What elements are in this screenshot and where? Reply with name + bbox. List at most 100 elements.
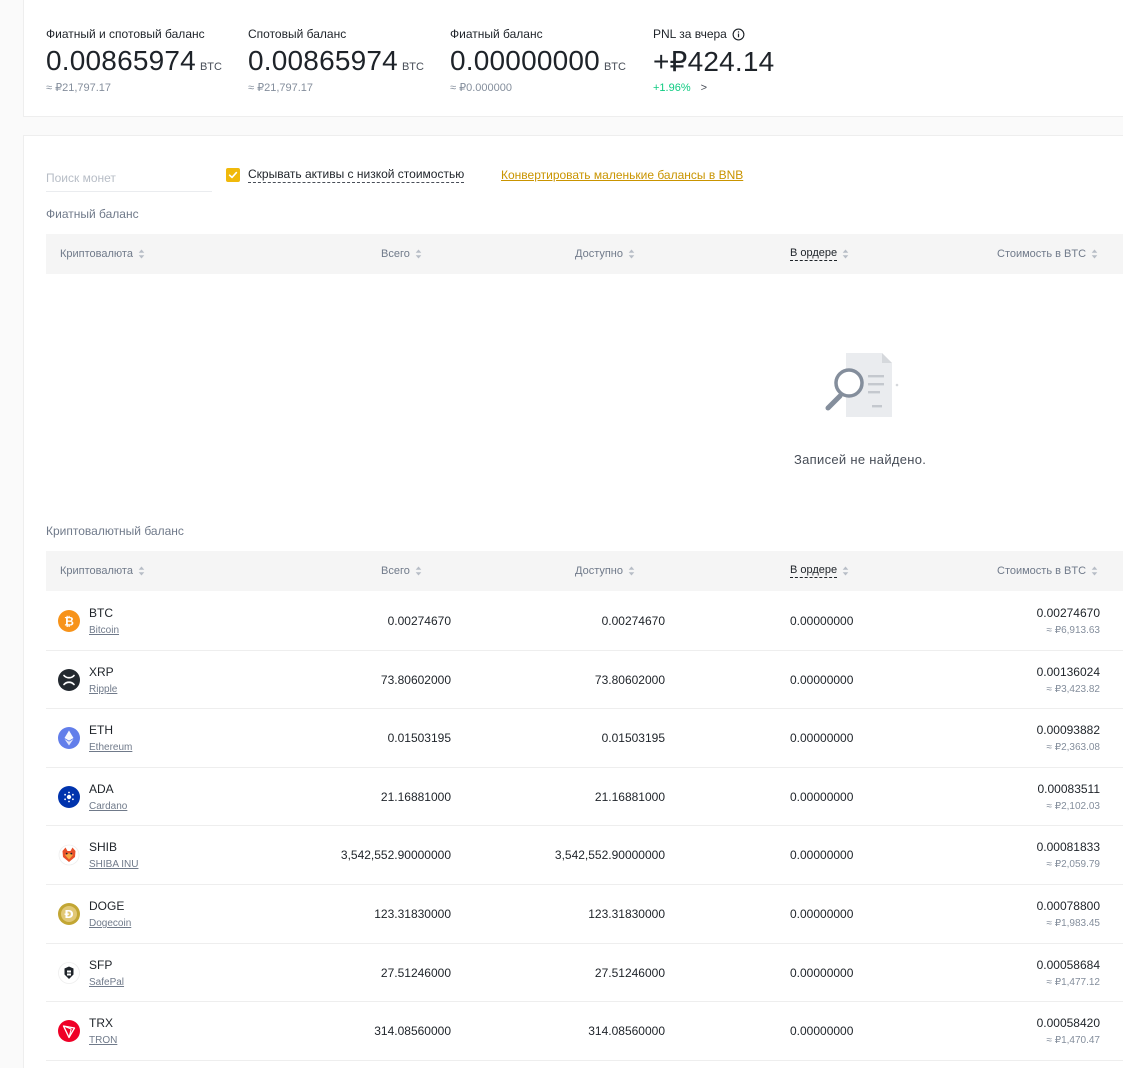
fiat-section-title: Фиатный баланс bbox=[46, 207, 139, 221]
fiat-balance: Фиатный баланс 0.00000000 BTC ≈ ₽0.00000… bbox=[450, 26, 626, 94]
coin-symbol: XRP bbox=[89, 664, 114, 679]
crypto-col-available[interactable]: Доступно bbox=[575, 551, 635, 591]
table-row[interactable]: SHIB SHIBA INU 3,542,552.90000000 3,542,… bbox=[46, 826, 1123, 885]
table-row[interactable]: ADA Cardano 21.16881000 21.16881000 0.00… bbox=[46, 768, 1123, 827]
pnl-yesterday: PNL за вчера +₽424.14 +1.96% > bbox=[653, 26, 774, 94]
check-icon bbox=[228, 171, 238, 179]
coin-in-order: 0.00000000 bbox=[790, 789, 854, 804]
crypto-col-btc-value[interactable]: Стоимость в BTC bbox=[997, 551, 1098, 591]
coin-rub-value: ≈ ₽3,423.82 bbox=[1046, 683, 1100, 695]
coin-symbol: SHIB bbox=[89, 840, 118, 855]
pnl-change-percent: +1.96% bbox=[653, 82, 691, 94]
spot-balance-amount: 0.00865974 bbox=[248, 45, 398, 76]
coin-in-order: 0.00000000 bbox=[790, 1024, 854, 1039]
sort-icon bbox=[842, 249, 849, 259]
crypto-section-title: Криптовалютный баланс bbox=[46, 524, 184, 538]
crypto-table-header: Криптовалюта Всего Доступно В ордере Сто… bbox=[46, 551, 1123, 591]
fiat-balance-unit: BTC bbox=[603, 61, 626, 73]
coin-search-input[interactable] bbox=[46, 165, 212, 192]
coin-name-link[interactable]: SHIBA INU bbox=[89, 859, 138, 870]
coin-available: 0.01503195 bbox=[601, 731, 665, 746]
coin-name-link[interactable]: Ripple bbox=[89, 684, 117, 695]
coin-total: 0.00274670 bbox=[387, 614, 451, 628]
coin-symbol: TRX bbox=[89, 1016, 113, 1031]
coin-btc-value: 0.00078800 bbox=[1036, 898, 1100, 913]
sort-icon bbox=[1091, 566, 1098, 576]
pnl-details-arrow[interactable]: > bbox=[701, 82, 707, 94]
pnl-amount: +₽424.14 bbox=[653, 46, 775, 77]
coin-btc-value: 0.00274670 bbox=[1036, 606, 1100, 620]
coin-name-link[interactable]: Dogecoin bbox=[89, 918, 131, 929]
crypto-col-in-order[interactable]: В ордере bbox=[790, 551, 849, 591]
hide-small-assets-toggle[interactable]: Скрывать активы с низкой стоимостью bbox=[226, 167, 465, 183]
coin-in-order: 0.00000000 bbox=[790, 672, 854, 687]
total-balance-amount: 0.00865974 bbox=[46, 45, 196, 76]
hide-small-assets-label: Скрывать активы с низкой стоимостью bbox=[248, 167, 465, 183]
total-balance-fiat: ≈ ₽21,797.17 bbox=[46, 82, 112, 94]
coin-in-order: 0.00000000 bbox=[790, 614, 854, 628]
coin-total: 27.51246000 bbox=[380, 965, 451, 980]
hide-small-assets-checkbox[interactable] bbox=[226, 168, 240, 182]
sort-icon bbox=[628, 566, 635, 576]
coin-name-link[interactable]: SafePal bbox=[89, 977, 124, 988]
fiat-balance-label: Фиатный баланс bbox=[450, 27, 543, 41]
safepal-icon bbox=[58, 961, 80, 984]
fiat-col-coin[interactable]: Криптовалюта bbox=[60, 234, 145, 274]
sort-icon bbox=[415, 249, 422, 259]
sort-icon bbox=[628, 249, 635, 259]
coin-available: 73.80602000 bbox=[594, 672, 665, 687]
sort-icon bbox=[138, 566, 145, 576]
coin-rub-value: ≈ ₽1,477.12 bbox=[1046, 976, 1100, 988]
fiat-col-available[interactable]: Доступно bbox=[575, 234, 635, 274]
crypto-balance-list: ₿ BTC Bitcoin 0.00274670 0.00274670 0.00… bbox=[46, 592, 1123, 1061]
coin-available: 123.31830000 bbox=[588, 906, 665, 921]
tron-icon bbox=[58, 1020, 80, 1043]
coin-name-link[interactable]: Ethereum bbox=[89, 742, 132, 753]
coin-rub-value: ≈ ₽2,059.79 bbox=[1046, 859, 1100, 871]
table-row[interactable]: ETH Ethereum 0.01503195 0.01503195 0.000… bbox=[46, 709, 1123, 768]
coin-name-link[interactable]: Cardano bbox=[89, 801, 127, 812]
coin-in-order: 0.00000000 bbox=[790, 906, 854, 921]
table-row[interactable]: Ð DOGE Dogecoin 123.31830000 123.3183000… bbox=[46, 885, 1123, 944]
convert-to-bnb-link[interactable]: Конвертировать маленькие балансы в BNB bbox=[501, 168, 743, 182]
no-records-icon bbox=[825, 353, 899, 417]
spot-balance-label: Спотовый баланс bbox=[248, 27, 347, 41]
coin-name-link[interactable]: TRON bbox=[89, 1035, 117, 1046]
coin-name-link[interactable]: Bitcoin bbox=[89, 625, 119, 636]
coin-rub-value: ≈ ₽1,983.45 bbox=[1046, 917, 1100, 929]
table-row[interactable]: ₿ BTC Bitcoin 0.00274670 0.00274670 0.00… bbox=[46, 592, 1123, 651]
coin-total: 123.31830000 bbox=[374, 906, 451, 921]
table-row[interactable]: TRX TRON 314.08560000 314.08560000 0.000… bbox=[46, 1002, 1123, 1061]
ethereum-icon bbox=[58, 727, 80, 750]
coin-available: 314.08560000 bbox=[588, 1024, 665, 1039]
sort-icon bbox=[1091, 249, 1098, 259]
coin-btc-value: 0.00136024 bbox=[1036, 664, 1100, 679]
total-balance-label: Фиатный и спотовый баланс bbox=[46, 27, 205, 41]
pnl-label: PNL за вчера bbox=[653, 27, 727, 41]
fiat-balance-amount: 0.00000000 bbox=[450, 45, 600, 76]
table-row[interactable]: SFP SafePal 27.51246000 27.51246000 0.00… bbox=[46, 944, 1123, 1003]
coin-symbol: DOGE bbox=[89, 898, 125, 913]
coin-rub-value: ≈ ₽2,363.08 bbox=[1046, 742, 1100, 754]
coin-rub-value: ≈ ₽6,913.63 bbox=[1046, 625, 1100, 636]
coin-btc-value: 0.00081833 bbox=[1036, 840, 1100, 855]
fiat-table-header: Криптовалюта Всего Доступно В ордере Сто… bbox=[46, 234, 1123, 274]
coin-in-order: 0.00000000 bbox=[790, 848, 854, 863]
fiat-col-total[interactable]: Всего bbox=[381, 234, 422, 274]
svg-text:Ð: Ð bbox=[64, 908, 73, 921]
coin-symbol: ADA bbox=[89, 781, 114, 796]
fiat-col-btc-value[interactable]: Стоимость в BTC bbox=[997, 234, 1098, 274]
total-balance-unit: BTC bbox=[199, 61, 222, 73]
shiba-icon bbox=[58, 844, 80, 866]
coin-in-order: 0.00000000 bbox=[790, 731, 854, 746]
coin-btc-value: 0.00083511 bbox=[1037, 781, 1100, 796]
fiat-col-in-order[interactable]: В ордере bbox=[790, 234, 849, 274]
crypto-col-coin[interactable]: Криптовалюта bbox=[60, 551, 145, 591]
coin-in-order: 0.00000000 bbox=[790, 965, 854, 980]
info-icon[interactable] bbox=[732, 28, 745, 41]
crypto-col-total[interactable]: Всего bbox=[381, 551, 422, 591]
fiat-empty-state: Записей не найдено. bbox=[24, 274, 1123, 474]
assets-panel: Скрывать активы с низкой стоимостью Конв… bbox=[23, 135, 1123, 1068]
table-row[interactable]: XRP Ripple 73.80602000 73.80602000 0.000… bbox=[46, 651, 1123, 710]
coin-rub-value: ≈ ₽1,470.47 bbox=[1046, 1035, 1100, 1047]
